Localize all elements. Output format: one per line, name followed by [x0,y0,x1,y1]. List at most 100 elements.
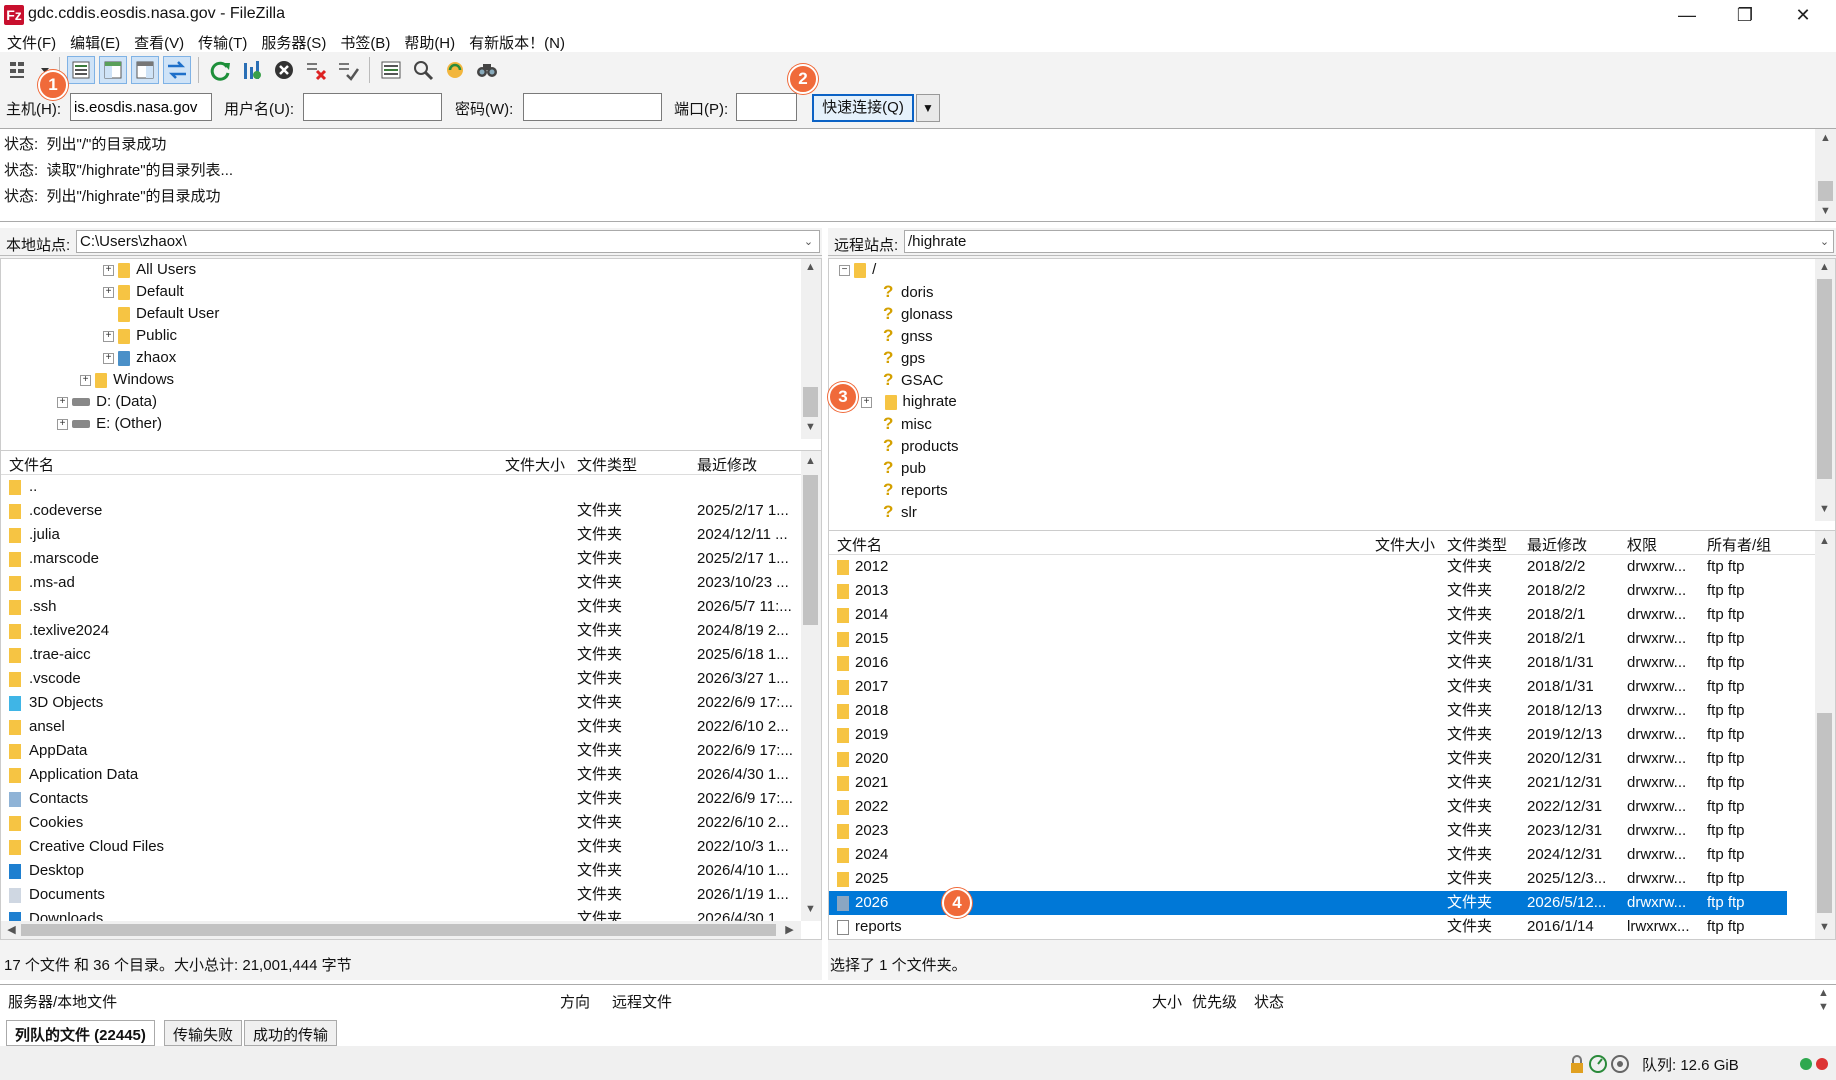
tree-item[interactable]: Default User [1,303,801,325]
table-row[interactable]: .ms-ad 文件夹 2023/10/23 ... [1,571,801,595]
table-row[interactable]: 2014 文件夹 2018/2/1 drwxrw... ftp ftp [829,603,1787,627]
column-header-size[interactable]: 文件大小 [505,454,565,475]
refresh-icon[interactable] [206,56,234,84]
scroll-thumb[interactable] [1817,713,1832,913]
toggle-queue-icon[interactable] [163,56,191,84]
tree-item-root[interactable]: − / [829,259,1815,281]
local-list-scrollbar[interactable]: ▲ ▼ [801,451,821,921]
search-remote-files-icon[interactable] [473,56,501,84]
password-input[interactable] [523,93,662,121]
scroll-right-icon[interactable]: ▶ [781,923,798,936]
table-row[interactable]: 2012 文件夹 2018/2/2 drwxrw... ftp ftp [829,555,1787,579]
queue-col-direction[interactable]: 方向 [560,991,590,1012]
table-row[interactable]: .. [1,475,801,499]
tree-item[interactable]: + Windows [1,369,801,391]
collapse-icon[interactable]: − [839,264,850,276]
minimize-button[interactable]: — [1658,0,1716,30]
expand-icon[interactable]: + [80,374,91,386]
scroll-thumb[interactable] [1817,279,1832,479]
column-header-type[interactable]: 文件类型 [577,454,637,475]
local-hscrollbar[interactable]: ◀ ▶ [1,921,801,939]
table-row[interactable]: 2025 文件夹 2025/12/3... drwxrw... ftp ftp [829,867,1787,891]
expand-icon[interactable]: + [103,330,114,342]
quickconnect-button[interactable]: 快速连接(Q) [812,94,914,122]
table-row[interactable]: .ssh 文件夹 2026/5/7 11:... [1,595,801,619]
column-header-owner[interactable]: 所有者/组 [1707,534,1771,555]
port-input[interactable] [736,93,797,121]
menu-file[interactable]: 文件(F) [0,30,63,52]
table-row[interactable]: Application Data 文件夹 2026/4/30 1... [1,763,801,787]
tree-item[interactable]: + Public [1,325,801,347]
table-row[interactable]: 2024 文件夹 2024/12/31 drwxrw... ftp ftp [829,843,1787,867]
scroll-up-icon[interactable]: ▲ [802,261,819,273]
tree-item-highrate[interactable]: + highrate [829,391,1815,413]
menu-new-version[interactable]: 有新版本！(N) [462,30,572,52]
scroll-up-icon[interactable]: ▲ [1816,261,1833,273]
table-row[interactable]: 2021 文件夹 2021/12/31 drwxrw... ftp ftp [829,771,1787,795]
table-row-selected[interactable]: 2026 文件夹 2026/5/12... drwxrw... ftp ftp [829,891,1787,915]
expand-icon[interactable]: + [57,396,68,408]
local-site-path-input[interactable]: C:\Users\zhaox\ [76,230,820,253]
directory-comparison-icon[interactable] [409,56,437,84]
scroll-down-icon[interactable]: ▼ [1815,1001,1832,1013]
queue-col-priority[interactable]: 优先级 [1192,991,1237,1012]
scroll-down-icon[interactable]: ▼ [802,421,819,433]
scroll-up-icon[interactable]: ▲ [1817,132,1834,144]
scroll-up-icon[interactable]: ▲ [1816,535,1833,547]
table-row[interactable]: Creative Cloud Files 文件夹 2022/10/3 1... [1,835,801,859]
site-manager-icon[interactable] [6,56,34,84]
chevron-down-icon[interactable]: ⌄ [1816,235,1833,248]
column-header-modified[interactable]: 最近修改 [1527,534,1587,555]
tree-item[interactable]: + All Users [1,259,801,281]
expand-icon[interactable]: + [57,418,68,430]
remote-tree-scrollbar[interactable]: ▲ ▼ [1815,259,1835,521]
close-button[interactable]: ✕ [1774,0,1832,30]
queue-col-size[interactable]: 大小 [1152,991,1182,1012]
log-scrollbar[interactable]: ▲ ▼ [1815,129,1836,221]
local-tree-scrollbar[interactable]: ▲ ▼ [801,259,821,439]
queue-col-status[interactable]: 状态 [1254,991,1284,1012]
tree-item[interactable]: ? slr [829,501,1815,523]
tree-item[interactable]: ? gnss [829,325,1815,347]
reconnect-icon[interactable] [334,56,362,84]
table-row[interactable]: 2022 文件夹 2022/12/31 drwxrw... ftp ftp [829,795,1787,819]
quickconnect-dropdown-icon[interactable]: ▼ [916,94,940,122]
scroll-left-icon[interactable]: ◀ [3,923,20,936]
scroll-thumb[interactable] [1818,181,1833,201]
tree-item[interactable]: + zhaox [1,347,801,369]
menu-edit[interactable]: 编辑(E) [63,30,127,52]
chevron-down-icon[interactable]: ⌄ [800,235,817,248]
scroll-up-icon[interactable]: ▲ [802,455,819,467]
column-header-type[interactable]: 文件类型 [1447,534,1507,555]
table-row[interactable]: .trae-aicc 文件夹 2025/6/18 1... [1,643,801,667]
column-header-modified[interactable]: 最近修改 [697,454,757,475]
tab-failed-transfers[interactable]: 传输失败 [164,1020,243,1046]
scroll-up-icon[interactable]: ▲ [1815,987,1832,999]
tree-item[interactable]: ? misc [829,413,1815,435]
column-header-name[interactable]: 文件名 [837,534,882,555]
table-row[interactable]: 2020 文件夹 2020/12/31 drwxrw... ftp ftp [829,747,1787,771]
remote-list-scrollbar[interactable]: ▲ ▼ [1815,531,1835,939]
table-row[interactable]: reports 文件夹 2016/1/14 lrwxrwx... ftp ftp [829,915,1787,939]
table-row[interactable]: Contacts 文件夹 2022/6/9 17:... [1,787,801,811]
speed-limit-icon[interactable] [1588,1054,1608,1078]
menu-help[interactable]: 帮助(H) [397,30,462,52]
scroll-thumb[interactable] [21,924,776,936]
table-row[interactable]: .vscode 文件夹 2026/3/27 1... [1,667,801,691]
toggle-local-tree-icon[interactable] [99,56,127,84]
table-row[interactable]: 2023 文件夹 2023/12/31 drwxrw... ftp ftp [829,819,1787,843]
process-queue-icon[interactable] [238,56,266,84]
filter-status-icon[interactable] [1610,1054,1630,1078]
table-row[interactable]: 2015 文件夹 2018/2/1 drwxrw... ftp ftp [829,627,1787,651]
tree-item[interactable]: ? pub [829,457,1815,479]
table-row[interactable]: 2018 文件夹 2018/12/13 drwxrw... ftp ftp [829,699,1787,723]
menu-bookmarks[interactable]: 书签(B) [333,30,397,52]
expand-icon[interactable]: + [103,286,114,298]
scroll-thumb[interactable] [803,475,818,625]
column-header-size[interactable]: 文件大小 [1375,534,1435,555]
expand-icon[interactable]: + [103,352,114,364]
scroll-down-icon[interactable]: ▼ [1816,503,1833,515]
menu-server[interactable]: 服务器(S) [254,30,333,52]
disconnect-icon[interactable] [302,56,330,84]
table-row[interactable]: AppData 文件夹 2022/6/9 17:... [1,739,801,763]
